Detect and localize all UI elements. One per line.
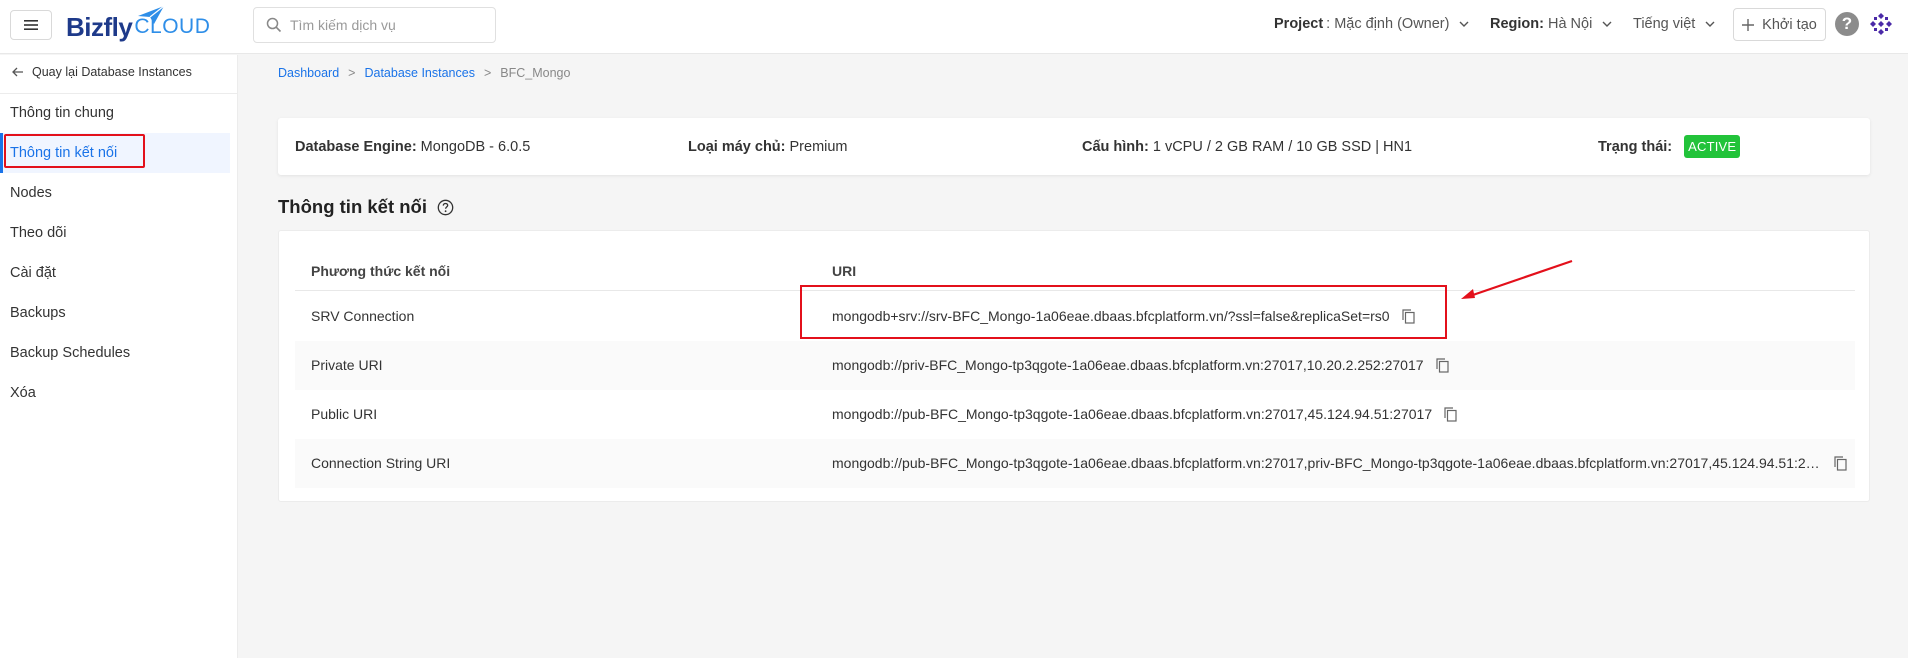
annotation-arrow-icon: [1461, 259, 1573, 299]
connection-method: Connection String URI: [311, 455, 451, 471]
sidebar-item-backups[interactable]: Backups: [0, 293, 230, 333]
sidebar-item-backup-schedules[interactable]: Backup Schedules: [0, 333, 230, 373]
copy-icon[interactable]: [1444, 406, 1457, 422]
sidebar-item-label: Cài đặt: [10, 265, 56, 281]
project-label: Project: [1274, 16, 1324, 32]
region-selector[interactable]: Region: Hà Nội: [1490, 0, 1612, 48]
server-type-value: Premium: [789, 138, 848, 155]
table-row: Public URI mongodb://pub-BFC_Mongo-tp3qg…: [295, 390, 1855, 439]
plus-icon: [1742, 18, 1755, 31]
apps-icon[interactable]: [1868, 11, 1894, 37]
breadcrumb-dashboard[interactable]: Dashboard: [278, 66, 339, 80]
project-selector[interactable]: Project : Mặc định (Owner): [1274, 0, 1469, 48]
column-header-uri: URI: [832, 263, 857, 279]
back-link-label: Quay lại Database Instances: [32, 65, 192, 79]
breadcrumb-separator: >: [348, 66, 356, 80]
search-box[interactable]: [253, 7, 496, 43]
project-value: : Mặc định (Owner): [1326, 16, 1450, 32]
sidebar-item-label: Backup Schedules: [10, 345, 131, 361]
config-label: Cấu hình:: [1082, 138, 1149, 155]
breadcrumb-database-instances[interactable]: Database Instances: [364, 66, 475, 80]
status-badge: ACTIVE: [1684, 135, 1741, 158]
status-label: Trạng thái:: [1598, 138, 1673, 155]
sidebar-item-settings[interactable]: Cài đặt: [0, 253, 230, 293]
breadcrumb-separator: >: [483, 66, 492, 80]
top-header: Bizfly CLOUD Project : Mặc định (Owner) …: [0, 0, 1908, 54]
table-row: Private URI mongodb://priv-BFC_Mongo-tp3…: [295, 341, 1855, 390]
chevron-down-icon: [1602, 21, 1612, 27]
paper-plane-icon: [138, 5, 165, 24]
search-input[interactable]: [290, 17, 480, 33]
connection-method: SRV Connection: [311, 308, 415, 324]
create-button-label: Khởi tạo: [1762, 16, 1817, 33]
section-title: Thông tin kết nối: [278, 196, 454, 218]
language-value: Tiếng việt: [1633, 16, 1696, 32]
engine-value: MongoDB - 6.0.5: [420, 138, 531, 155]
menu-icon: [24, 20, 38, 30]
sidebar-item-delete[interactable]: Xóa: [0, 373, 230, 413]
instance-info-card: Database Engine: MongoDB - 6.0.5 Loại má…: [278, 118, 1870, 175]
region-label: Region:: [1490, 16, 1544, 32]
copy-icon[interactable]: [1834, 455, 1847, 471]
back-link[interactable]: Quay lại Database Instances: [0, 65, 238, 94]
connection-uri: mongodb://priv-BFC_Mongo-tp3qgote-1a06ea…: [832, 357, 1424, 373]
arrow-left-icon: [12, 67, 23, 77]
table-row: Connection String URI mongodb://pub-BFC_…: [295, 439, 1855, 488]
sidebar-item-nodes[interactable]: Nodes: [0, 173, 230, 213]
language-selector[interactable]: Tiếng việt: [1633, 0, 1715, 48]
engine-field: Database Engine: MongoDB - 6.0.5: [295, 118, 530, 175]
sidebar-item-monitoring[interactable]: Theo dõi: [0, 213, 230, 253]
breadcrumb: Dashboard > Database Instances > BFC_Mon…: [278, 66, 570, 80]
connection-method: Private URI: [311, 357, 383, 373]
breadcrumb-current: BFC_Mongo: [500, 66, 571, 80]
copy-icon[interactable]: [1435, 357, 1449, 373]
help-icon[interactable]: ?: [1835, 12, 1859, 36]
search-icon: [266, 17, 282, 33]
logo-text: Bizfly: [66, 11, 133, 42]
region-value: Hà Nội: [1547, 16, 1593, 32]
bizfly-logo[interactable]: Bizfly CLOUD: [66, 5, 210, 44]
server-type-label: Loại máy chủ:: [688, 138, 786, 155]
config-value: 1 vCPU / 2 GB RAM / 10 GB SSD | HN1: [1152, 138, 1413, 155]
annotation-highlight-box: [4, 134, 145, 168]
column-header-method: Phương thức kết nối: [311, 263, 451, 279]
connection-uri: mongodb://pub-BFC_Mongo-tp3qgote-1a06eae…: [832, 455, 1822, 471]
engine-label: Database Engine:: [295, 138, 417, 155]
status-field: Trạng thái: ACTIVE: [1598, 118, 1741, 175]
sidebar-item-label: Nodes: [10, 185, 52, 201]
question-circle-icon[interactable]: [437, 199, 454, 216]
connection-table: Phương thức kết nối URI SRV Connection m…: [278, 230, 1870, 502]
chevron-down-icon: [1705, 21, 1715, 27]
section-title-text: Thông tin kết nối: [278, 196, 428, 217]
sidebar-item-label: Thông tin chung: [10, 105, 114, 121]
sidebar-item-label: Backups: [10, 305, 66, 321]
config-field: Cấu hình: 1 vCPU / 2 GB RAM / 10 GB SSD …: [1082, 118, 1412, 175]
menu-button[interactable]: [10, 10, 52, 40]
sidebar-item-label: Xóa: [10, 385, 36, 401]
server-type-field: Loại máy chủ: Premium: [688, 118, 848, 175]
create-button[interactable]: Khởi tạo: [1733, 8, 1826, 41]
sidebar-item-general-info[interactable]: Thông tin chung: [0, 93, 230, 133]
connection-uri: mongodb://pub-BFC_Mongo-tp3qgote-1a06eae…: [832, 406, 1433, 422]
sidebar-item-label: Theo dõi: [10, 225, 67, 241]
annotation-highlight-box: [800, 285, 1447, 339]
connection-method: Public URI: [311, 406, 378, 422]
chevron-down-icon: [1459, 21, 1469, 27]
